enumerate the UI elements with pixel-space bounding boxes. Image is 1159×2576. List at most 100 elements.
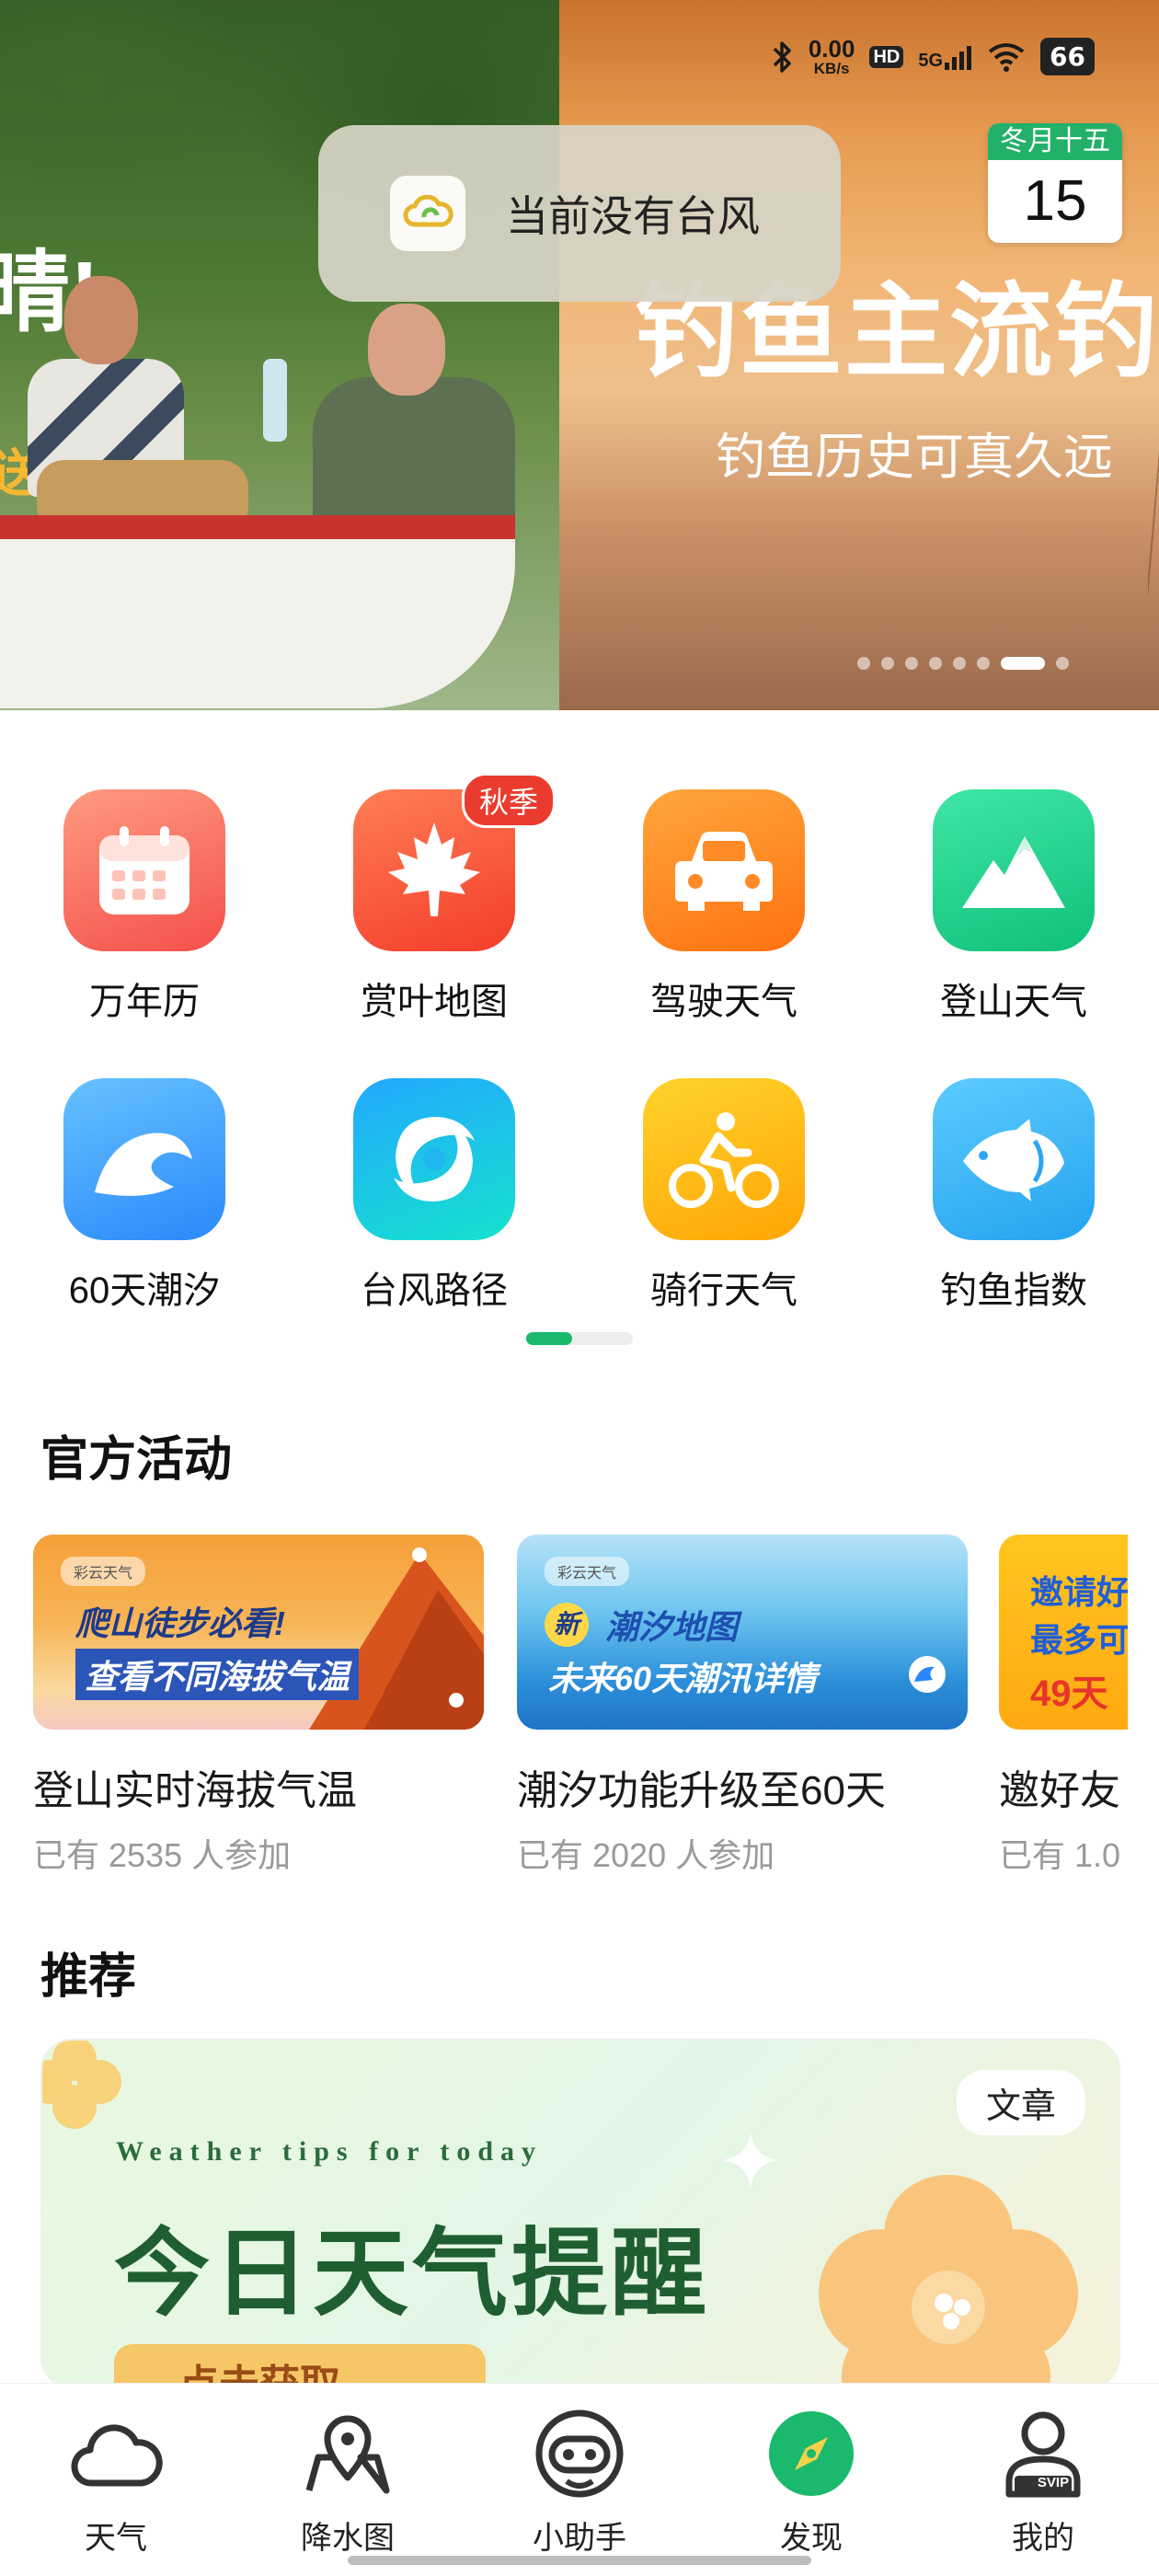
- nav-assistant[interactable]: 小助手: [506, 2406, 653, 2558]
- activity-banner: 邀请好 最多可 49天: [999, 1535, 1128, 1730]
- hero-subtitle: 钓鱼历史可真久远: [716, 430, 1113, 485]
- activity-card-hiking[interactable]: 彩云天气 爬山徒步必看! 查看不同海拔气温 登山实时海拔气温 已有 2535 人…: [33, 1535, 484, 1877]
- net-speed-unit: KB/s: [813, 60, 850, 77]
- carousel-dot[interactable]: [905, 657, 918, 670]
- signal-indicator: 5G: [918, 44, 972, 70]
- carousel-dot[interactable]: [881, 657, 894, 670]
- sparkle-icon: [723, 2133, 778, 2188]
- banner-line-2: 查看不同海拔气温: [75, 1649, 360, 1700]
- svip-badge: SVIP: [1037, 2475, 1070, 2490]
- activity-banner: 彩云天气 新 潮汐地图 未来60天潮汛详情: [517, 1535, 968, 1730]
- app-logo-label: 彩云天气: [61, 1557, 146, 1586]
- nav-label: 小助手: [533, 2521, 626, 2556]
- bluetooth-icon: [773, 40, 791, 73]
- nav-weather[interactable]: 天气: [42, 2406, 189, 2558]
- tool-hiking-weather[interactable]: 登山天气: [912, 789, 1115, 1025]
- calendar-icon: [99, 826, 189, 914]
- grid-page-indicator-active: [526, 1332, 572, 1345]
- carousel-dot[interactable]: [1056, 657, 1069, 670]
- section-title-activities: 官方活动: [40, 1420, 245, 1491]
- battery-indicator: 66: [1040, 38, 1095, 75]
- new-tag: 新: [545, 1603, 589, 1647]
- activity-title: 登山实时海拔气温: [33, 1768, 357, 1813]
- nav-profile[interactable]: SVIP 我的: [970, 2406, 1117, 2558]
- season-badge: 秋季: [461, 773, 556, 828]
- tool-tile: [933, 1078, 1095, 1240]
- tool-maple-map[interactable]: 秋季 赏叶地图: [333, 773, 556, 1025]
- person-figure: [368, 304, 445, 396]
- tool-tile: [353, 1078, 515, 1240]
- tool-tile: [643, 1078, 805, 1240]
- grid-page-indicator: [526, 1332, 633, 1345]
- carousel-dots: [857, 657, 1069, 670]
- recommend-article-card[interactable]: 文章 Weather tips for today 今日天气提醒 点击获取: [40, 2039, 1120, 2388]
- hero-banner-carousel[interactable]: 晴! 送 钓鱼主流钓 钓鱼历史可真久远: [0, 0, 1159, 710]
- reeds-decoration: [1148, 386, 1159, 644]
- typhoon-icon: [394, 1117, 475, 1202]
- recommend-english-text: Weather tips for today: [116, 2136, 544, 2167]
- section-title-text: 官方活动: [40, 1433, 233, 1487]
- net-speed-value: 0.00: [808, 35, 855, 63]
- app-logo-label: 彩云天气: [545, 1557, 630, 1586]
- person-figure: [64, 276, 138, 364]
- carousel-dot[interactable]: [857, 657, 870, 670]
- tool-fishing-index[interactable]: 钓鱼指数: [912, 1078, 1115, 1314]
- activity-banner: 彩云天气 爬山徒步必看! 查看不同海拔气温: [33, 1535, 484, 1730]
- car-icon: [675, 832, 773, 911]
- get-now-button[interactable]: 点击获取: [114, 2344, 486, 2386]
- activity-participants: 已有 1.0: [999, 1836, 1121, 1874]
- mountain-illustration: [309, 1547, 484, 1730]
- tool-typhoon-path[interactable]: 台风路径: [333, 1078, 535, 1314]
- hd-indicator: HD: [869, 45, 904, 68]
- home-indicator-bar[interactable]: [348, 2556, 811, 2565]
- boat-shape: [0, 515, 515, 708]
- tool-driving-weather[interactable]: 驾驶天气: [623, 789, 825, 1025]
- section-title-text: 推荐: [40, 1950, 137, 2004]
- maple-leaf-icon: [388, 822, 480, 916]
- bike-icon: [669, 1112, 779, 1208]
- article-tag: 文章: [956, 2070, 1085, 2135]
- nav-label: 天气: [85, 2521, 147, 2556]
- activity-card-invite[interactable]: 邀请好 最多可 49天 邀好友 已有 1.0: [999, 1535, 1128, 1877]
- tool-tile: [63, 789, 225, 951]
- tool-cycling-weather[interactable]: 骑行天气: [623, 1078, 825, 1314]
- small-flower-decoration: [42, 2041, 121, 2129]
- tool-label: 台风路径: [361, 1271, 508, 1311]
- compass-icon: [763, 2406, 859, 2501]
- nav-precipitation-map[interactable]: 降水图: [274, 2406, 421, 2558]
- wave-badge-icon: [909, 1656, 946, 1693]
- activity-participants: 已有 2535 人参加: [33, 1836, 292, 1874]
- activity-participants: 已有 2020 人参加: [517, 1836, 775, 1874]
- tool-tile: [63, 1078, 225, 1240]
- nav-discover[interactable]: 发现: [738, 2406, 885, 2558]
- carousel-dot-active[interactable]: [1001, 657, 1045, 670]
- toast-message: 当前没有台风: [506, 192, 760, 240]
- hero-slide-fishing-boat: 晴! 送: [0, 0, 559, 710]
- banner-line-2: 未来60天潮汛详情: [548, 1660, 818, 1697]
- profile-svip-icon: SVIP: [995, 2406, 1091, 2501]
- flower-decoration: [819, 2175, 1078, 2386]
- calendar-day: 15: [1023, 169, 1087, 233]
- activity-title: 潮汐功能升级至60天: [517, 1768, 886, 1813]
- tool-tile: 秋季: [353, 773, 556, 951]
- net-speed: 0.00 KB/s: [809, 37, 855, 76]
- nav-label: 降水图: [301, 2521, 395, 2556]
- banner-line-1: 爬山徒步必看!: [75, 1604, 285, 1642]
- carousel-dot[interactable]: [977, 657, 990, 670]
- activities-carousel[interactable]: 彩云天气 爬山徒步必看! 查看不同海拔气温 登山实时海拔气温 已有 2535 人…: [33, 1535, 1128, 1884]
- tool-calendar[interactable]: 万年历: [43, 789, 246, 1025]
- banner-line-2: 最多可: [1030, 1621, 1128, 1659]
- cloud-icon: [68, 2406, 164, 2501]
- fish-icon: [963, 1119, 1064, 1202]
- carousel-dot[interactable]: [929, 657, 942, 670]
- carousel-dot[interactable]: [953, 657, 966, 670]
- cloud-logo-icon: [390, 176, 465, 251]
- lunar-calendar-badge[interactable]: 冬月十五 15: [988, 123, 1122, 243]
- network-type: 5G: [918, 50, 944, 71]
- activity-card-tide[interactable]: 彩云天气 新 潮汐地图 未来60天潮汛详情 潮汐功能升级至60天 已有 2020…: [517, 1535, 968, 1877]
- mountain-icon: [962, 836, 1065, 908]
- tool-tide[interactable]: 60天潮汐: [43, 1078, 246, 1314]
- section-title-recommend: 推荐: [40, 1938, 142, 2008]
- tool-label: 60天潮汐: [68, 1271, 221, 1311]
- assistant-icon: [532, 2406, 627, 2501]
